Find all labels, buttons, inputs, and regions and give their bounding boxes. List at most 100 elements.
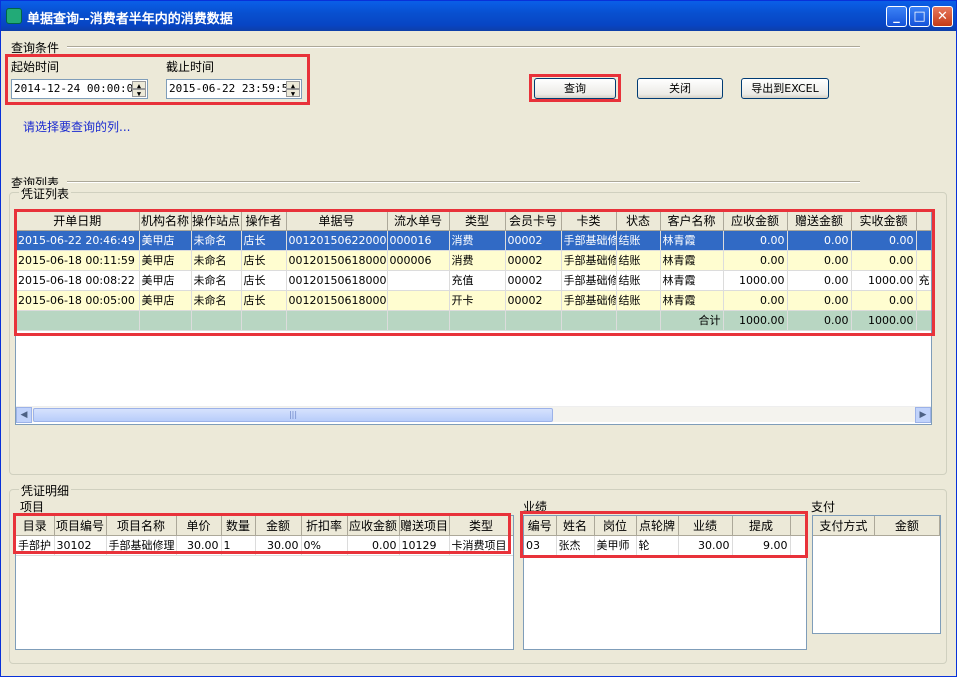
end-time-spinner[interactable]: ▲ ▼ bbox=[286, 81, 300, 98]
table-row[interactable]: 2015-06-22 20:46:49 美甲店 未命名 店长 0012015062200… bbox=[16, 230, 931, 251]
table-cell: 店长 bbox=[241, 270, 287, 291]
payment-label: 支付 bbox=[811, 500, 836, 514]
table-row[interactable]: 2015-06-18 00:05:00 美甲店 未命名 店长 0012015061800… bbox=[16, 290, 931, 311]
column-header[interactable]: 业绩 bbox=[678, 516, 733, 536]
column-header[interactable]: 金额 bbox=[255, 516, 302, 536]
table-cell: 店长 bbox=[241, 230, 287, 251]
total-cell: 合计 bbox=[660, 310, 724, 331]
empty-cell bbox=[916, 310, 931, 331]
table-row[interactable]: 2015-06-18 00:11:59 美甲店 未命名 店长 0012015061800… bbox=[16, 250, 931, 271]
spin-up-icon[interactable]: ▲ bbox=[286, 81, 300, 90]
table-cell: 2015-06-18 00:11:59 bbox=[16, 250, 140, 271]
table-cell: 0.00 bbox=[851, 250, 917, 271]
scroll-thumb[interactable]: ||| bbox=[33, 408, 553, 422]
table-cell: 0.00 bbox=[787, 290, 852, 311]
spin-down-icon[interactable]: ▼ bbox=[286, 89, 300, 98]
scroll-left-icon[interactable]: ◀ bbox=[16, 407, 32, 423]
empty-cell bbox=[241, 310, 287, 331]
end-time-value: 2015-06-22 23:59:59 bbox=[169, 82, 295, 95]
performance-table: 编号 姓名 岗位 点轮牌 业绩 提成 03 张杰 美甲师轮 30.00 9.00 bbox=[524, 516, 806, 556]
table-cell: 手部基础修 bbox=[561, 230, 617, 251]
table-cell: 000006 bbox=[387, 250, 450, 271]
table-row[interactable]: 手部护 30102 手部基础修理 30.00 1 30.00 0% 0.00 10129 卡消费项… bbox=[16, 535, 513, 556]
total-row: 合计 1000.00 0.00 1000.00 bbox=[16, 310, 931, 331]
column-header[interactable]: 编号 bbox=[524, 516, 557, 536]
performance-grid[interactable]: 编号 姓名 岗位 点轮牌 业绩 提成 03 张杰 美甲师轮 30.00 9.00 bbox=[523, 515, 807, 650]
column-header[interactable]: 折扣率 bbox=[301, 516, 348, 536]
select-columns-hint[interactable]: 请选择要查询的列... bbox=[23, 118, 130, 135]
end-time-picker[interactable]: 2015-06-22 23:59:59 ▲ ▼ bbox=[166, 79, 302, 99]
column-header[interactable]: 单价 bbox=[176, 516, 222, 536]
column-header[interactable]: 点轮牌 bbox=[636, 516, 679, 536]
column-header[interactable]: 应收金额 bbox=[723, 211, 788, 231]
table-cell: 1000.00 bbox=[723, 270, 788, 291]
query-button[interactable]: 查询 bbox=[534, 78, 616, 99]
maximize-button[interactable]: □ bbox=[909, 6, 930, 27]
column-header[interactable]: 岗位 bbox=[594, 516, 637, 536]
column-header[interactable]: 数量 bbox=[221, 516, 256, 536]
main-window: 单据查询--消费者半年内的消费数据 _ □ ✕ 查询条件 起始时间 截止时间 2… bbox=[0, 0, 957, 677]
table-cell bbox=[916, 250, 931, 271]
empty-cell bbox=[139, 310, 192, 331]
minimize-button[interactable]: _ bbox=[886, 6, 907, 27]
table-cell: 手部基础修 bbox=[561, 290, 617, 311]
items-grid[interactable]: 目录 项目编号 项目名称 单价 数量 金额 折扣率 应收金额 赠送项目 类型 手部护 30102 手部… bbox=[15, 515, 514, 650]
table-cell: 30.00 bbox=[678, 535, 733, 556]
empty-cell bbox=[449, 310, 506, 331]
start-time-spinner[interactable]: ▲ ▼ bbox=[132, 81, 146, 98]
table-cell: 0.00 bbox=[723, 230, 788, 251]
empty-cell bbox=[505, 310, 562, 331]
table-cell: 0% bbox=[301, 535, 348, 556]
column-header[interactable]: 开单日期 bbox=[16, 211, 140, 231]
table-cell: 结账 bbox=[616, 270, 661, 291]
column-header[interactable]: 会员卡号 bbox=[505, 211, 562, 231]
column-header[interactable]: 类型 bbox=[449, 211, 506, 231]
column-header[interactable]: 客户名称 bbox=[660, 211, 724, 231]
column-header[interactable]: 支付方式 bbox=[813, 516, 875, 536]
spin-up-icon[interactable]: ▲ bbox=[132, 81, 146, 90]
scroll-right-icon[interactable]: ▶ bbox=[915, 407, 931, 423]
table-cell: 未命名 bbox=[191, 270, 242, 291]
payment-grid[interactable]: 支付方式 金额 bbox=[812, 515, 941, 634]
table-cell: 轮 bbox=[636, 535, 679, 556]
column-header[interactable]: 机构名称 bbox=[139, 211, 192, 231]
start-time-picker[interactable]: 2014-12-24 00:00:00 ▲ ▼ bbox=[11, 79, 148, 99]
table-cell: 结账 bbox=[616, 290, 661, 311]
spin-down-icon[interactable]: ▼ bbox=[132, 89, 146, 98]
column-header-filler bbox=[790, 516, 806, 536]
voucher-detail-label: 凭证明细 bbox=[19, 482, 72, 499]
column-header[interactable]: 赠送项目 bbox=[399, 516, 450, 536]
close-button[interactable]: 关闭 bbox=[637, 78, 723, 99]
column-header[interactable]: 实收金额 bbox=[851, 211, 917, 231]
column-header[interactable]: 项目编号 bbox=[54, 516, 107, 536]
empty-cell bbox=[387, 310, 450, 331]
column-header[interactable]: 赠送金额 bbox=[787, 211, 852, 231]
export-excel-button[interactable]: 导出到EXCEL bbox=[741, 78, 829, 99]
column-header[interactable]: 金额 bbox=[874, 516, 940, 536]
table-cell: 未命名 bbox=[191, 230, 242, 251]
column-header[interactable]: 类型 bbox=[449, 516, 513, 536]
horizontal-scrollbar[interactable]: ◀ ||| ▶ bbox=[16, 406, 931, 423]
column-header[interactable]: 应收金额 bbox=[347, 516, 400, 536]
table-row[interactable]: 03 张杰 美甲师轮 30.00 9.00 bbox=[524, 535, 806, 556]
table-cell: 结账 bbox=[616, 250, 661, 271]
column-header[interactable]: 姓名 bbox=[556, 516, 595, 536]
column-header[interactable]: 目录 bbox=[16, 516, 55, 536]
table-cell: 00002 bbox=[505, 230, 562, 251]
table-row[interactable]: 2015-06-18 00:08:22 美甲店 未命名 店长 0012015061800… bbox=[16, 270, 931, 291]
column-header[interactable]: 单据号 bbox=[286, 211, 388, 231]
column-header[interactable]: 卡类 bbox=[561, 211, 617, 231]
column-header[interactable]: 流水单号 bbox=[387, 211, 450, 231]
table-cell: 001201506180002 bbox=[286, 290, 388, 311]
column-header[interactable]: 项目名称 bbox=[106, 516, 177, 536]
voucher-list-grid[interactable]: 开单日期 机构名称 操作站点 操作者 单据号 流水单号 类型 会员卡号 卡类 状态 客户名称 应收金额… bbox=[15, 210, 932, 425]
column-header[interactable]: 状态 bbox=[616, 211, 661, 231]
table-cell: 结账 bbox=[616, 230, 661, 251]
column-header[interactable]: 提成 bbox=[732, 516, 791, 536]
close-window-button[interactable]: ✕ bbox=[932, 6, 953, 27]
column-header[interactable]: 操作站点 bbox=[191, 211, 242, 231]
window-title: 单据查询--消费者半年内的消费数据 bbox=[27, 12, 233, 27]
table-cell: 0.00 bbox=[723, 250, 788, 271]
column-header[interactable]: 操作者 bbox=[241, 211, 287, 231]
voucher-list-label: 凭证列表 bbox=[19, 185, 72, 202]
